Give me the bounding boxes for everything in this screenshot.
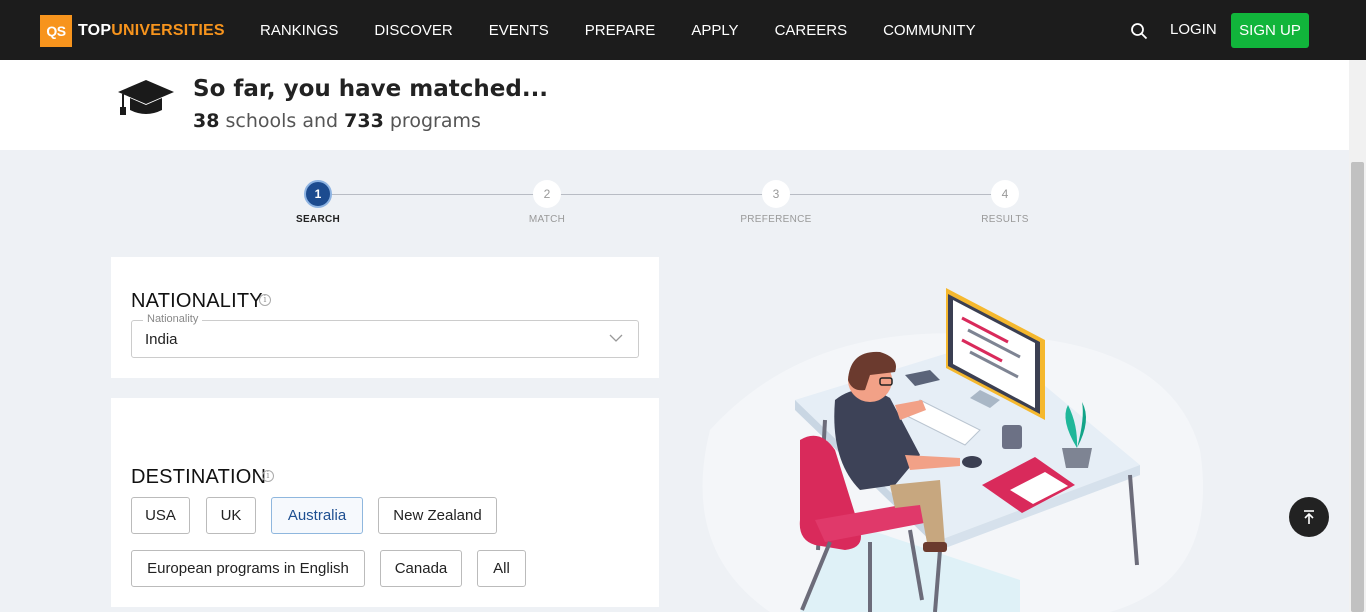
match-summary-bar [0, 60, 1349, 150]
step-number: 4 [991, 180, 1019, 208]
step-number: 1 [304, 180, 332, 208]
schools-count: 38 [193, 110, 220, 132]
logo-wordmark: TOPUNIVERSITIES [78, 22, 225, 39]
back-to-top-button[interactable] [1289, 497, 1329, 537]
match-counts: 38 schools and 733 programs [193, 110, 481, 132]
step-search[interactable]: 1 SEARCH [258, 180, 378, 225]
student-at-computer-illustration [702, 288, 1204, 612]
destination-all[interactable]: All [477, 550, 526, 587]
qs-logo-mark: QS [40, 15, 72, 47]
main-menu: RANKINGS DISCOVER EVENTS PREPARE APPLY C… [242, 0, 994, 60]
step-label: PREFERENCE [740, 214, 812, 225]
destination-australia[interactable]: Australia [271, 497, 363, 534]
match-title: So far, you have matched... [193, 76, 549, 102]
step-preference[interactable]: 3 PREFERENCE [716, 180, 836, 225]
destination-title: DESTINATION [131, 466, 267, 488]
nav-apply[interactable]: APPLY [691, 22, 738, 39]
arrow-up-icon [1304, 510, 1314, 524]
topuniversities-logo[interactable]: QS TOPUNIVERSITIES [40, 15, 225, 47]
nav-prepare[interactable]: PREPARE [585, 22, 656, 39]
programs-word: programs [389, 110, 481, 132]
graduation-cap-icon [118, 80, 174, 115]
nationality-select[interactable] [131, 320, 639, 358]
programs-count: 733 [344, 110, 384, 132]
info-icon[interactable]: i [259, 294, 271, 306]
schools-word: schools and [225, 110, 339, 132]
step-number: 2 [533, 180, 561, 208]
destination-usa[interactable]: USA [131, 497, 190, 534]
destination-canada[interactable]: Canada [380, 550, 462, 587]
page-scrollbar-thumb[interactable] [1351, 162, 1364, 612]
nationality-field-label: Nationality [143, 313, 203, 325]
destination-european-programs[interactable]: European programs in English [131, 550, 365, 587]
step-label: SEARCH [295, 214, 341, 225]
top-navigation: QS TOPUNIVERSITIES RANKINGS DISCOVER EVE… [0, 0, 1366, 60]
nav-community[interactable]: COMMUNITY [883, 22, 976, 39]
nav-events[interactable]: EVENTS [489, 22, 549, 39]
step-label: MATCH [528, 214, 566, 225]
nationality-title: NATIONALITY [131, 290, 263, 312]
signup-button[interactable]: SIGN UP [1231, 13, 1309, 48]
destination-uk[interactable]: UK [206, 497, 256, 534]
nav-discover[interactable]: DISCOVER [374, 22, 452, 39]
chevron-down-icon[interactable] [609, 333, 623, 343]
step-results[interactable]: 4 RESULTS [945, 180, 1065, 225]
nav-rankings[interactable]: RANKINGS [260, 22, 338, 39]
step-label: RESULTS [981, 214, 1029, 225]
step-match[interactable]: 2 MATCH [487, 180, 607, 225]
stepper-line [318, 194, 1005, 195]
info-icon[interactable]: i [262, 470, 274, 482]
search-icon[interactable] [1130, 22, 1148, 40]
nationality-value: India [145, 331, 178, 348]
login-link[interactable]: LOGIN [1170, 21, 1217, 38]
nav-careers[interactable]: CAREERS [775, 22, 848, 39]
destination-new-zealand[interactable]: New Zealand [378, 497, 497, 534]
step-number: 3 [762, 180, 790, 208]
